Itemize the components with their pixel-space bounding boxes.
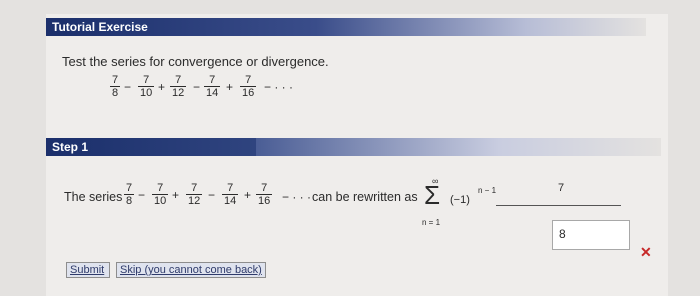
step-series-operator: − [208, 188, 216, 202]
step-series-term-1: 78 [124, 182, 135, 207]
sum-term-exponent: n − 1 [478, 186, 497, 195]
prompt-text: Test the series for convergence or diver… [62, 54, 329, 69]
answer-denominator-field[interactable]: 8 [552, 220, 630, 250]
answer-numerator: 7 [558, 182, 565, 194]
tutorial-title-bar: Tutorial Exercise [46, 18, 646, 36]
series-operator: − [193, 80, 201, 94]
series-operator: + [158, 80, 166, 94]
series-term-1: 78 [110, 74, 121, 99]
step-series-term-3: 7 12 [186, 182, 203, 207]
step-series-term-4: 7 14 [222, 182, 239, 207]
step-lead-text: The series [64, 190, 123, 204]
tutorial-title: Tutorial Exercise [52, 20, 148, 34]
summation-symbol: Σ [424, 180, 441, 210]
step-series-continuation: − · · · [282, 190, 311, 204]
fraction-bar [496, 205, 621, 206]
step-series-term-5: 7 16 [256, 182, 273, 207]
series-term-3: 7 12 [170, 74, 187, 99]
step-bar: Step 1 [46, 138, 256, 156]
skip-button[interactable]: Skip (you cannot come back) [116, 262, 266, 278]
x-mark-icon: ✕ [640, 244, 652, 260]
step-bar-extension [256, 138, 661, 156]
step-series-operator: + [172, 188, 180, 202]
series-operator: + [226, 80, 234, 94]
step-series-operator: + [244, 188, 252, 202]
series-term-5: 7 16 [240, 74, 257, 99]
rewrite-text: can be rewritten as [312, 190, 418, 204]
series-operator: − [124, 80, 132, 94]
step-series-term-2: 7 10 [152, 182, 169, 207]
sum-lower-limit: n = 1 [422, 218, 441, 227]
series-continuation: − · · · [264, 80, 293, 94]
step-label: Step 1 [52, 140, 89, 154]
step-series-operator: − [138, 188, 146, 202]
series-term-2: 7 10 [138, 74, 155, 99]
submit-button[interactable]: Submit [66, 262, 110, 278]
series-term-4: 7 14 [204, 74, 221, 99]
sum-term-base: (−1) [450, 194, 470, 206]
exercise-panel: Tutorial Exercise Test the series for co… [46, 14, 668, 296]
